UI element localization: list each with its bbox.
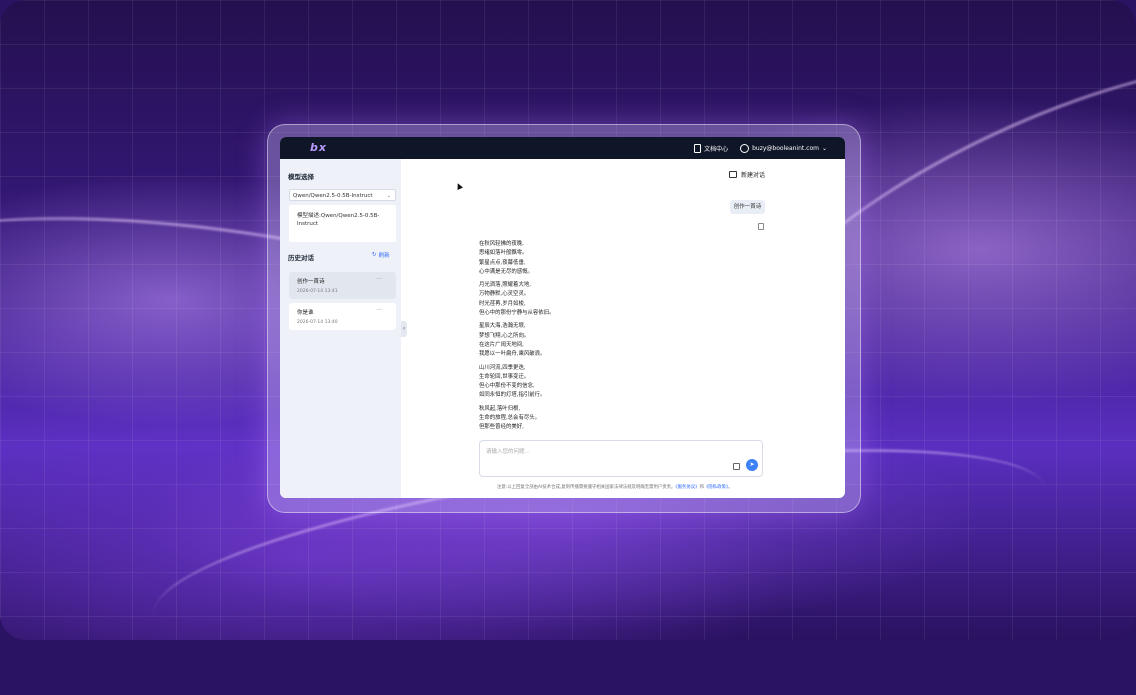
poem-line: 但心中那份不变的信念, bbox=[479, 383, 535, 390]
history-item-title: 创作一首诗 bbox=[297, 279, 325, 285]
poem-stanza: 在秋风轻拂的夜晚, 思绪如落叶般飘零。 繁星点点,夜幕低垂, 心中满是无尽的感慨… bbox=[479, 240, 554, 277]
poem-line: 月光洒落,照耀着大地, bbox=[479, 282, 531, 289]
poem-line: 时光荏苒,岁月如梭, bbox=[479, 300, 526, 307]
chevron-down-icon: ⌄ bbox=[821, 144, 827, 152]
history-item-title: 你是谁 bbox=[297, 310, 314, 316]
poem-line: 秋风起,落叶归根, bbox=[479, 405, 521, 412]
more-icon[interactable]: ··· bbox=[376, 276, 382, 283]
privacy-policy-link[interactable]: 《隐私政策》 bbox=[704, 485, 728, 490]
history-item-date: 2026-07-14 13:40 bbox=[297, 320, 338, 325]
model-description-label: 模型描述: bbox=[297, 213, 321, 219]
poem-line: 在这片广阔天地间, bbox=[479, 341, 524, 348]
disclaimer-end: 。 bbox=[728, 485, 733, 490]
history-item[interactable]: 你是谁 2026-07-14 13:40 ··· bbox=[289, 303, 396, 330]
poem-line: 在秋风轻拂的夜晚, bbox=[479, 241, 524, 247]
logo[interactable]: bx bbox=[310, 141, 327, 154]
poem-line: 星辰大海,浩瀚无垠, bbox=[479, 323, 526, 330]
poem-line: 繁星点点,夜幕低垂, bbox=[479, 259, 526, 266]
poem-line: 我愿以一叶扁舟,乘风破浪。 bbox=[479, 351, 546, 358]
user-message: 创作一首诗 bbox=[730, 200, 765, 214]
chat-input[interactable]: 请输入您的问题... ➤ bbox=[479, 440, 763, 477]
history-section-title: 历史对话 bbox=[288, 254, 314, 262]
new-chat-icon bbox=[729, 171, 737, 178]
model-select[interactable]: Qwen/Qwen2.5-0.5B-Instruct ⌄ bbox=[289, 189, 396, 201]
document-icon bbox=[694, 143, 702, 153]
poem-line: 生命轮回,世事变迁。 bbox=[479, 373, 530, 380]
attachment-icon[interactable] bbox=[733, 463, 740, 470]
top-bar-actions: 文档中心 buzy@booleanint.com ⌄ bbox=[694, 137, 827, 159]
refresh-icon: ↻ bbox=[372, 252, 377, 258]
model-description: 模型描述:Qwen/Qwen2.5-0.5B-Instruct bbox=[289, 205, 396, 242]
app-window: bx 文档中心 buzy@booleanint.com ⌄ 模型选择 Qwen/… bbox=[280, 137, 845, 498]
top-bar: bx 文档中心 buzy@booleanint.com ⌄ bbox=[280, 137, 845, 159]
chevron-down-icon: ⌄ bbox=[386, 193, 391, 199]
user-email: buzy@booleanint.com bbox=[752, 144, 819, 152]
disclaimer-text: 注意:以上回复全部由AI技术合成,复制传播需要遵守相关国家法律法规及明确无需用户… bbox=[497, 485, 676, 490]
more-icon[interactable]: ··· bbox=[376, 307, 382, 314]
disclaimer: 注意:以上回复全部由AI技术合成,复制传播需要遵守相关国家法律法规及明确无需用户… bbox=[497, 484, 733, 490]
copy-icon[interactable] bbox=[758, 223, 764, 230]
new-chat-label: 新建对话 bbox=[741, 172, 766, 179]
sidebar: 模型选择 Qwen/Qwen2.5-0.5B-Instruct ⌄ 模型描述:Q… bbox=[280, 159, 401, 498]
history-item-date: 2026-07-14 13:41 bbox=[297, 289, 338, 294]
poem-line: 山川河流,四季更迭, bbox=[479, 364, 526, 371]
poem-line: 万物静默,心灵空灵。 bbox=[479, 291, 530, 298]
assistant-message: 在秋风轻拂的夜晚, 思绪如落叶般飘零。 繁星点点,夜幕低垂, 心中满是无尽的感慨… bbox=[479, 240, 554, 437]
chat-input-placeholder: 请输入您的问题... bbox=[486, 449, 530, 455]
poem-line: 如同永恒的灯塔,指引前行。 bbox=[479, 392, 546, 399]
poem-stanza: 秋风起,落叶归根, 生命的旅程,总会有尽头。 但那些曾经的美好, bbox=[479, 405, 554, 433]
send-button[interactable]: ➤ bbox=[746, 459, 758, 471]
user-menu[interactable]: buzy@booleanint.com ⌄ bbox=[740, 143, 827, 153]
user-icon bbox=[740, 143, 750, 153]
docs-center-link[interactable]: 文档中心 bbox=[694, 143, 729, 153]
model-select-value: Qwen/Qwen2.5-0.5B-Instruct bbox=[293, 193, 373, 199]
poem-line: 梦想飞翔,心之所向。 bbox=[479, 332, 530, 339]
new-chat-button[interactable]: 新建对话 bbox=[729, 170, 765, 179]
history-item[interactable]: 创作一首诗 2026-07-14 13:41 ··· bbox=[289, 272, 396, 299]
service-agreement-link[interactable]: 《服务协议》 bbox=[675, 485, 699, 490]
model-section-title: 模型选择 bbox=[288, 173, 314, 181]
docs-center-label: 文档中心 bbox=[704, 145, 729, 153]
poem-stanza: 星辰大海,浩瀚无垠, 梦想飞翔,心之所向。 在这片广阔天地间, 我愿以一叶扁舟,… bbox=[479, 322, 554, 359]
chat-area: 新建对话 创作一首诗 在秋风轻拂的夜晚, 思绪如落叶般飘零。 繁星点点,夜幕低垂… bbox=[401, 159, 845, 498]
refresh-label: 刷新 bbox=[378, 253, 390, 259]
refresh-button[interactable]: ↻ 刷新 bbox=[372, 251, 390, 259]
poem-stanza: 月光洒落,照耀着大地, 万物静默,心灵空灵。 时光荏苒,岁月如梭, 但心中的那份… bbox=[479, 281, 554, 318]
poem-line: 但心中的那份宁静与从容依旧。 bbox=[479, 310, 555, 317]
poem-stanza: 山川河流,四季更迭, 生命轮回,世事变迁。 但心中那份不变的信念, 如同永恒的灯… bbox=[479, 364, 554, 401]
poem-line: 但那些曾经的美好, bbox=[479, 424, 524, 431]
poem-line: 思绪如落叶般飘零。 bbox=[479, 250, 528, 257]
poem-line: 生命的旅程,总会有尽头。 bbox=[479, 415, 541, 422]
poem-line: 心中满是无尽的感慨。 bbox=[479, 268, 533, 275]
